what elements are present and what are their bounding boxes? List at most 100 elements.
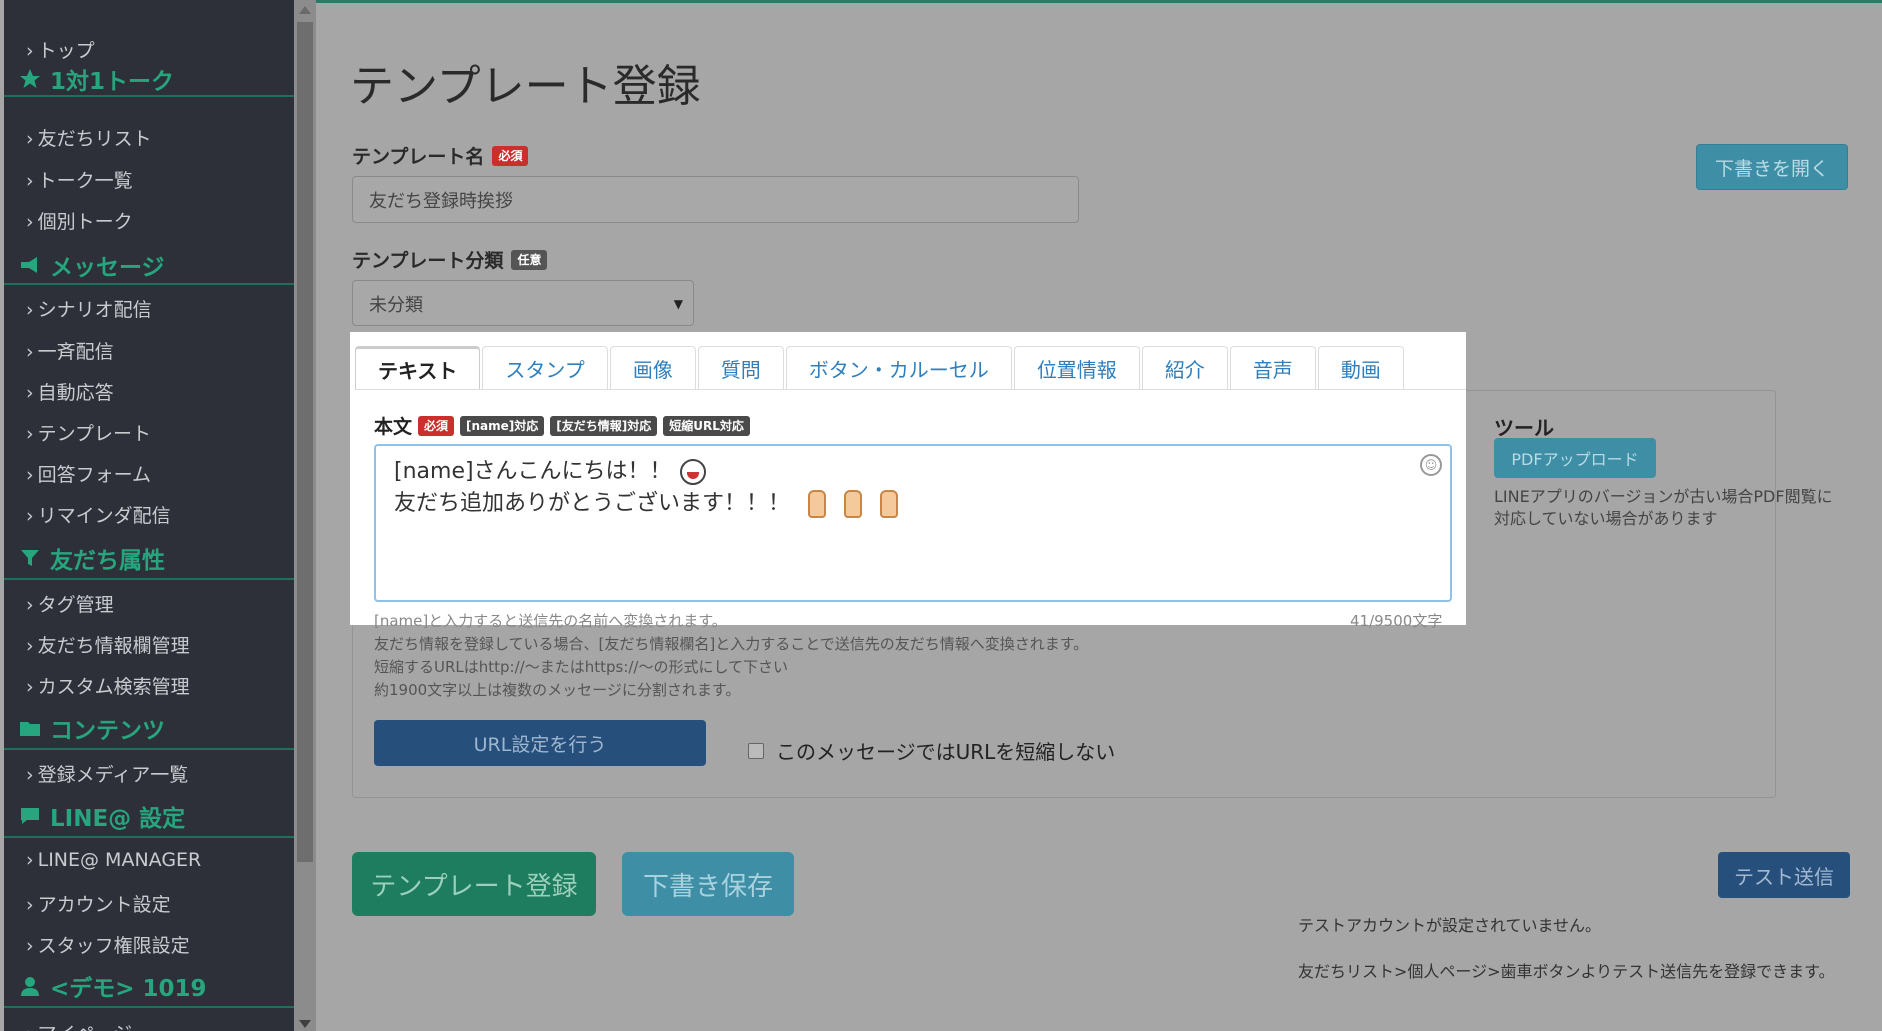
sidebar-item-label: スタッフ権限設定 (37, 935, 190, 957)
tab-video[interactable]: 動画 (1317, 346, 1404, 390)
sidebar-item-label: トーク一覧 (37, 170, 133, 192)
sidebar-item-custom-search[interactable]: › カスタム検索管理 (26, 672, 190, 699)
chat-bubble-icon (18, 804, 42, 828)
character-counter: 41/9500文字 (1350, 612, 1443, 630)
test-account-note: テストアカウントが設定されていません。 (1298, 916, 1602, 935)
template-category-select[interactable]: 未分類 ▼ (352, 280, 694, 326)
scrollbar-thumb[interactable] (297, 22, 313, 862)
sidebar-item-staff-permissions[interactable]: › スタッフ権限設定 (26, 931, 190, 958)
scroll-up-arrow-icon[interactable] (299, 6, 311, 14)
tab-question[interactable]: 質問 (697, 346, 784, 390)
tab-text[interactable]: テキスト (355, 346, 481, 390)
sidebar-item-answer-form[interactable]: › 回答フォーム (26, 460, 151, 487)
required-badge: 必須 (418, 415, 455, 436)
optional-badge: 任意 (511, 249, 548, 270)
sidebar-item-top[interactable]: › トップ (26, 36, 95, 63)
sidebar-section-talk: 1対1トーク (18, 62, 174, 96)
sidebar-item-account-settings[interactable]: › アカウント設定 (26, 890, 171, 917)
sidebar-item-label: タグ管理 (37, 594, 114, 616)
sidebar-item-label: リマインダ配信 (37, 505, 171, 527)
url-settings-button[interactable]: URL設定を行う (374, 720, 706, 766)
sidebar-item-label: 自動応答 (37, 382, 114, 404)
chevron-right-icon: › (26, 211, 34, 233)
label-text: テンプレート分類 (352, 250, 504, 272)
sidebar-item-label: LINE@ MANAGER (37, 849, 202, 871)
sidebar-section-message: メッセージ (18, 248, 165, 282)
sidebar-item-scenario[interactable]: › シナリオ配信 (26, 295, 152, 322)
thumbs-up-emoji-icon (844, 490, 863, 518)
filter-icon (18, 546, 42, 570)
message-body-textarea[interactable]: [name]さんこんにちは！！ 友だち追加ありがとうございます！！！ ☺ (374, 444, 1452, 602)
tab-stamp[interactable]: スタンプ (482, 346, 608, 390)
sidebar-item-label: シナリオ配信 (37, 299, 152, 321)
user-icon (18, 974, 42, 998)
no-shorten-url-option[interactable]: このメッセージではURLを短縮しない (748, 736, 1115, 765)
divider (4, 578, 294, 580)
tab-audio[interactable]: 音声 (1229, 346, 1316, 390)
pdf-upload-button[interactable]: PDFアップロード (1494, 438, 1656, 478)
checkbox-label: このメッセージではURLを短縮しない (776, 740, 1116, 764)
sidebar-item-mypage[interactable]: › マイページ (26, 1019, 132, 1031)
tab-location[interactable]: 位置情報 (1013, 346, 1140, 390)
chevron-right-icon: › (26, 676, 34, 698)
tab-image[interactable]: 画像 (609, 346, 696, 390)
sidebar-item-label: 一斉配信 (37, 341, 114, 363)
body-text: 友だち追加ありがとうございます！！！ (394, 491, 791, 516)
sidebar-item-friend-info-manage[interactable]: › 友だち情報欄管理 (26, 631, 190, 658)
folder-icon (18, 716, 42, 740)
sidebar-item-label: 友だちリスト (37, 128, 152, 150)
chevron-right-icon: › (26, 464, 34, 486)
sidebar-item-template[interactable]: › テンプレート (26, 419, 151, 446)
save-draft-button[interactable]: 下書き保存 (622, 852, 794, 916)
chevron-right-icon: › (26, 170, 34, 192)
sidebar-item-tag-manage[interactable]: › タグ管理 (26, 590, 114, 617)
sidebar-section-label: LINE@ 設定 (50, 806, 186, 832)
chevron-right-icon: › (26, 40, 34, 62)
no-shorten-url-checkbox[interactable] (748, 742, 764, 759)
thumbs-up-emoji-icon (880, 490, 899, 518)
tab-button-carousel[interactable]: ボタン・カルーセル (785, 346, 1012, 390)
sidebar-item-reminder[interactable]: › リマインダ配信 (26, 501, 171, 528)
chevron-right-icon: › (26, 894, 34, 916)
sidebar-item-broadcast[interactable]: › 一斉配信 (26, 337, 114, 364)
chevron-right-icon: › (26, 849, 34, 871)
scroll-down-arrow-icon[interactable] (299, 1020, 311, 1028)
divider (4, 95, 294, 97)
sidebar-section-line-settings: LINE@ 設定 (18, 799, 185, 833)
template-name-label: テンプレート名 必須 (352, 142, 529, 169)
sidebar-item-talk-list[interactable]: › トーク一覧 (26, 166, 133, 193)
sidebar-item-media-list[interactable]: › 登録メディア一覧 (26, 760, 188, 787)
template-name-input[interactable]: 友だち登録時挨拶 (352, 176, 1079, 223)
sidebar-scrollbar[interactable] (294, 0, 316, 1031)
chevron-right-icon: › (26, 935, 34, 957)
megaphone-icon (18, 253, 42, 277)
sidebar-item-line-manager[interactable]: › LINE@ MANAGER (26, 849, 201, 871)
body-label: 本文 必須 [name]対応 [友だち情報]対応 短縮URL対応 (374, 412, 750, 439)
sidebar-item-individual-talk[interactable]: › 個別トーク (26, 207, 133, 234)
test-send-button[interactable]: テスト送信 (1718, 852, 1850, 898)
star-icon (18, 67, 42, 91)
sidebar-item-friends[interactable]: › 友だちリスト (26, 124, 152, 151)
sidebar-section-contents: コンテンツ (18, 711, 165, 745)
sidebar-item-label: トップ (37, 40, 95, 62)
divider (4, 836, 294, 838)
template-category-label: テンプレート分類 任意 (352, 246, 548, 273)
sidebar-item-label: 登録メディア一覧 (37, 764, 189, 786)
sidebar-section-label: 1対1トーク (50, 69, 175, 95)
body-line-2: 友だち追加ありがとうございます！！！ (394, 488, 1432, 520)
label-text: 本文 (374, 416, 413, 438)
register-template-button[interactable]: テンプレート登録 (352, 852, 596, 916)
chevron-right-icon: › (26, 764, 34, 786)
emoji-picker-icon[interactable]: ☺ (1420, 454, 1442, 476)
message-type-tabs: テキスト スタンプ 画像 質問 ボタン・カルーセル 位置情報 紹介 音声 動画 (355, 346, 1406, 390)
sidebar-item-label: テンプレート (37, 423, 152, 445)
open-draft-button[interactable]: 下書きを開く (1696, 144, 1848, 190)
divider (4, 748, 294, 750)
help-text-friend-info: 友だち情報を登録している場合、[友だち情報欄名]と入力することで送信先の友だち情… (374, 635, 1089, 653)
help-text-split: 約1900文字以上は複数のメッセージに分割されます。 (374, 681, 741, 699)
sidebar-item-label: アカウント設定 (37, 894, 171, 916)
sidebar-item-auto-reply[interactable]: › 自動応答 (26, 378, 114, 405)
label-text: テンプレート名 (352, 146, 485, 168)
sidebar-section-label: メッセージ (50, 255, 165, 281)
tab-introduction[interactable]: 紹介 (1141, 346, 1228, 390)
